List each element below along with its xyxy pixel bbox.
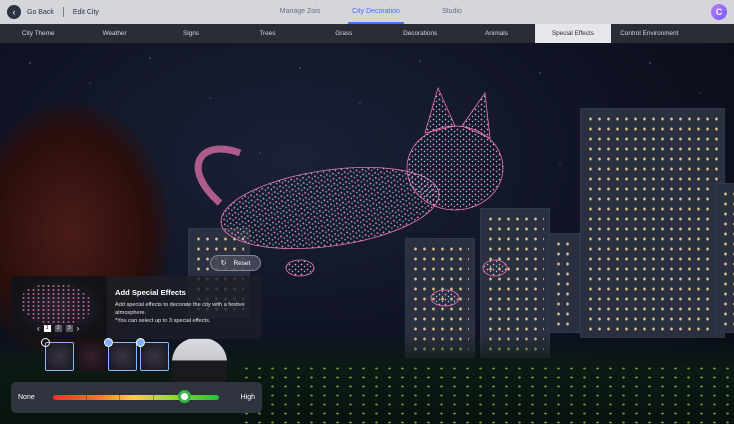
category-decorations[interactable]: Decorations [382,24,458,43]
chevron-right-icon[interactable]: › [77,324,80,333]
panel-title: Add Special Effects [115,288,186,297]
special-effects-panel: ‹ 1 2 3 › Add Special Effects Add specia… [11,276,262,339]
page-3[interactable]: 3 [65,325,73,332]
intensity-slider-panel: None High [11,382,262,413]
category-city-theme[interactable]: City Theme [0,24,76,43]
selection-note: *You can select up to 3 special effects. [115,318,211,324]
category-trees[interactable]: Trees [229,24,305,43]
reset-button[interactable]: ↻ Reset [210,255,261,271]
go-back-button[interactable]: ‹ Go Back [7,5,54,19]
refresh-icon: ↻ [220,260,227,267]
chevron-left-icon: ‹ [7,5,21,19]
select-badge [104,338,113,347]
description-text: Add special effects to decorate the city… [115,302,245,316]
slider-max-label: High [240,394,255,401]
category-signs[interactable]: Signs [153,24,229,43]
category-bar: City Theme Weather Signs Trees Grass Dec… [0,24,734,43]
preview-pager: ‹ 1 2 3 › [37,324,79,333]
top-tabs: Manage Zois City Decoration Studio [262,0,490,24]
tall-building [580,108,725,338]
building [715,183,734,333]
robot-character [172,338,227,382]
intensity-slider-handle[interactable] [177,390,191,403]
breadcrumb-edit-city: Edit City [72,8,99,16]
tab-studio[interactable]: Studio [414,0,490,24]
category-special-effects[interactable]: Special Effects [534,24,612,43]
select-badge [136,338,145,347]
effect-thumbnail[interactable] [77,342,106,371]
tab-city-decoration[interactable]: City Decoration [338,0,414,24]
panel-description: Add special effects to decorate the city… [115,301,260,325]
building [548,233,580,333]
effect-preview-image: ‹ 1 2 3 › [11,276,107,339]
category-control-environment[interactable]: Control Environment [611,24,687,43]
page-2[interactable]: 2 [54,325,62,332]
chevron-left-icon[interactable]: ‹ [37,324,40,333]
category-weather[interactable]: Weather [76,24,152,43]
divider [62,7,64,17]
tab-manage-zois[interactable]: Manage Zois [262,0,338,24]
select-badge [41,338,50,347]
effect-thumbnail[interactable] [41,338,74,371]
effect-thumbnail[interactable] [136,338,169,371]
firefly-lights [240,364,734,424]
reset-label: Reset [233,259,251,267]
effect-thumbnail[interactable] [104,338,137,371]
slider-min-label: None [18,394,35,401]
category-animals[interactable]: Animals [458,24,534,43]
go-back-label: Go Back [27,8,54,16]
top-navigation-bar: ‹ Go Back Edit City Manage Zois City Dec… [0,0,734,24]
user-avatar[interactable]: C [711,4,727,20]
page-1[interactable]: 1 [43,325,51,332]
intensity-slider-track[interactable] [53,395,219,400]
category-grass[interactable]: Grass [306,24,382,43]
